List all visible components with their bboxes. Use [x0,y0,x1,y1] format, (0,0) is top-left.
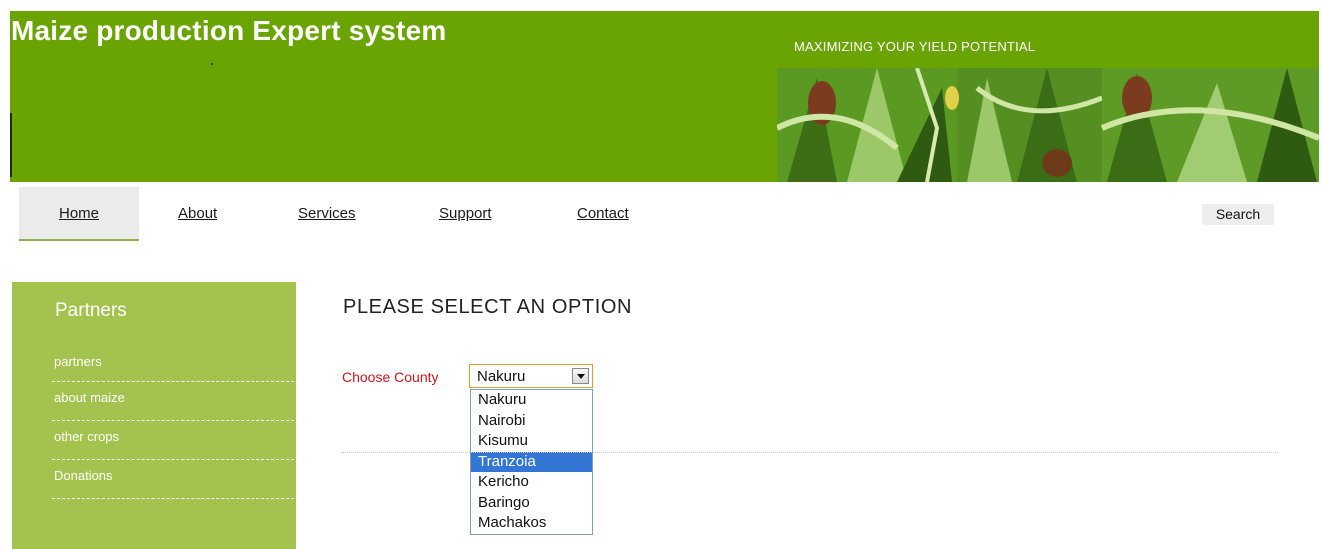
maize-photo-3 [1100,68,1319,182]
maize-photo-2 [945,68,1103,182]
content-divider [342,452,1278,453]
main-nav: Home About Services Support Contact [19,187,1309,241]
county-option[interactable]: Kericho [471,472,592,493]
sidebar-link-other-crops[interactable]: other crops [52,421,294,460]
search-button[interactable]: Search [1202,204,1274,225]
decorative-edge [10,113,12,177]
nav-contact[interactable]: Contact [577,187,629,241]
header-image-panel: MAXIMIZING YOUR YIELD POTENTIAL [777,11,1319,182]
nav-services[interactable]: Services [298,187,356,241]
county-option-highlighted[interactable]: Tranzoia [471,451,592,472]
sidebar-link-partners[interactable]: partners [52,348,294,382]
sidebar-link-about-maize[interactable]: about maize [52,382,294,421]
county-dropdown-list: Nakuru Nairobi Kisumu Tranzoia Kericho B… [470,389,593,535]
maize-photo-strip [777,68,1319,182]
sidebar-links: partners about maize other crops Donatio… [52,348,294,499]
county-select[interactable]: Nakuru [469,364,593,388]
county-select-value: Nakuru [477,368,526,385]
sidebar-title: Partners [55,300,127,321]
page-heading: PLEASE SELECT AN OPTION [343,296,633,318]
chevron-down-icon[interactable] [572,368,589,384]
nav-home[interactable]: Home [19,187,139,241]
county-option[interactable]: Nairobi [471,411,592,432]
sidebar: Partners partners about maize other crop… [12,282,296,549]
decorative-dot [211,63,213,65]
county-option[interactable]: Baringo [471,493,592,514]
county-option[interactable]: Nakuru [471,390,592,411]
sidebar-link-donations[interactable]: Donations [52,460,294,499]
nav-about[interactable]: About [178,187,217,241]
maize-photo-1 [777,68,957,182]
nav-support[interactable]: Support [439,187,492,241]
county-label: Choose County [342,369,439,385]
site-tagline: MAXIMIZING YOUR YIELD POTENTIAL [794,39,1036,54]
header-banner: Maize production Expert system [10,11,777,182]
site-title: Maize production Expert system [11,15,447,46]
county-option[interactable]: Kisumu [471,431,592,452]
county-option[interactable]: Machakos [471,513,592,534]
